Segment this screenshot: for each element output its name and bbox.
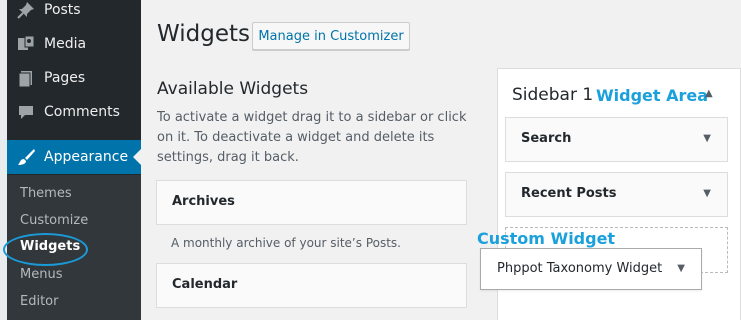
widget-title: Search xyxy=(521,131,572,146)
menu-item-label: Appearance xyxy=(44,149,129,165)
collapse-arrow-icon[interactable]: ▲ xyxy=(705,88,713,99)
area-widget-search[interactable]: Search ▼ xyxy=(505,117,728,162)
page-title: Widgets xyxy=(157,21,250,47)
wp-admin-widgets-screen: Posts Media Pages Comments Appearance Th… xyxy=(0,0,741,320)
widget-archives[interactable]: Archives xyxy=(156,180,467,225)
available-widgets-description: To activate a widget drag it to a sideba… xyxy=(157,110,467,165)
paintbrush-icon xyxy=(16,147,36,167)
admin-menu: Posts Media Pages Comments Appearance Th… xyxy=(7,0,141,320)
submenu-customize[interactable]: Customize xyxy=(20,213,88,228)
available-widgets-title: Available Widgets xyxy=(157,79,309,99)
widget-area-annotation: Widget Area xyxy=(596,86,709,105)
media-icon xyxy=(16,34,36,54)
comments-icon xyxy=(16,102,36,122)
menu-item-label: Comments xyxy=(44,104,120,120)
menu-item-comments[interactable]: Comments xyxy=(7,95,141,129)
custom-widget-annotation: Custom Widget xyxy=(477,229,616,248)
widget-title: Calendar xyxy=(172,277,238,292)
pages-icon xyxy=(16,68,36,88)
menu-item-posts[interactable]: Posts xyxy=(7,0,141,27)
submenu-themes[interactable]: Themes xyxy=(20,186,72,201)
current-menu-arrow xyxy=(133,149,141,165)
dragging-widget[interactable]: Phppot Taxonomy Widget ▼ xyxy=(480,248,702,290)
expand-arrow-icon[interactable]: ▼ xyxy=(677,263,685,274)
window-edge xyxy=(0,0,7,320)
submenu-editor[interactable]: Editor xyxy=(20,294,58,309)
expand-arrow-icon[interactable]: ▼ xyxy=(703,188,711,199)
widget-title: Phppot Taxonomy Widget xyxy=(497,261,663,276)
widget-title: Recent Posts xyxy=(521,186,617,201)
widget-archives-description: A monthly archive of your site’s Posts. xyxy=(171,236,401,250)
menu-item-label: Pages xyxy=(44,70,86,86)
menu-item-label: Media xyxy=(44,36,87,52)
manage-in-customizer-button[interactable]: Manage in Customizer xyxy=(252,22,410,50)
menu-item-media[interactable]: Media xyxy=(7,27,141,61)
widget-calendar[interactable]: Calendar xyxy=(156,263,467,308)
submenu-menus[interactable]: Menus xyxy=(20,267,62,282)
pushpin-icon xyxy=(16,0,36,20)
widget-title: Archives xyxy=(172,194,235,209)
menu-item-appearance[interactable]: Appearance xyxy=(7,140,141,174)
sidebar-area-title: Sidebar 1 xyxy=(512,85,594,105)
menu-item-label: Posts xyxy=(44,2,81,18)
widgets-highlight-circle xyxy=(3,233,88,266)
menu-item-pages[interactable]: Pages xyxy=(7,61,141,95)
expand-arrow-icon[interactable]: ▼ xyxy=(703,133,711,144)
area-widget-recent-posts[interactable]: Recent Posts ▼ xyxy=(505,172,728,217)
